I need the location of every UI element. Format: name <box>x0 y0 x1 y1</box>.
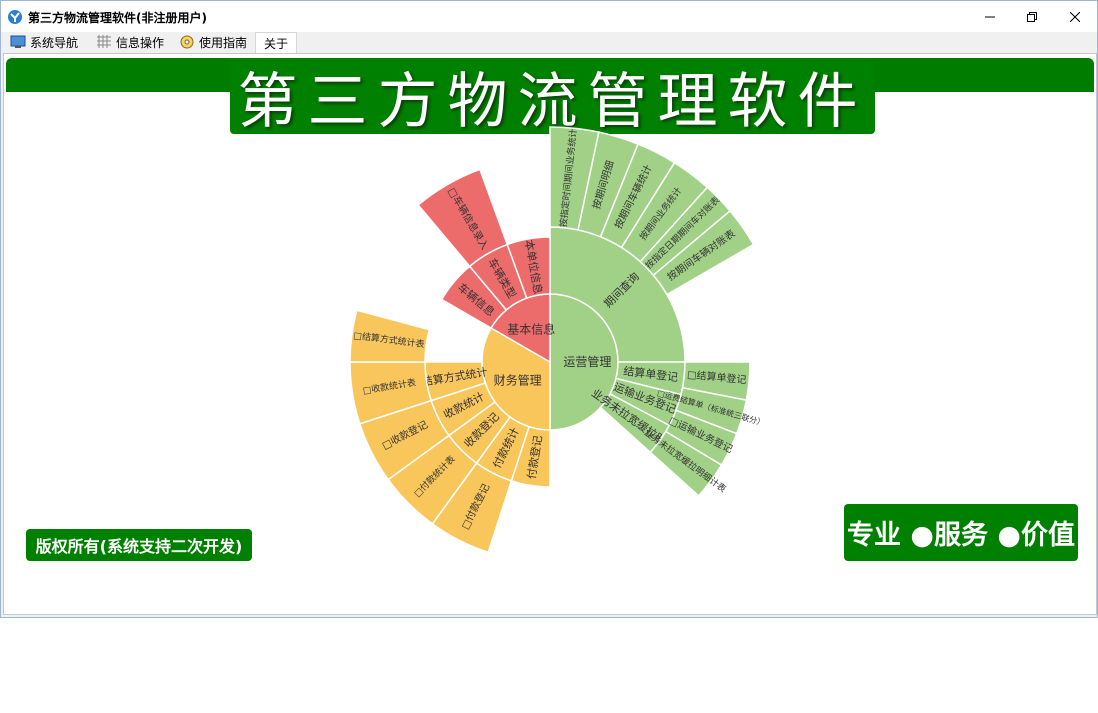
sunburst-center-basic-label: 基本信息 <box>507 322 555 337</box>
sunburst-center-ops-label: 运营管理 <box>563 354 611 369</box>
module-sunburst: 运营管理财务管理基本信息期间查询结算单登记运输业务登记业务未拉宽缓拉明细付款登记… <box>349 126 766 554</box>
sunburst-center-finance-label: 财务管理 <box>494 373 542 388</box>
